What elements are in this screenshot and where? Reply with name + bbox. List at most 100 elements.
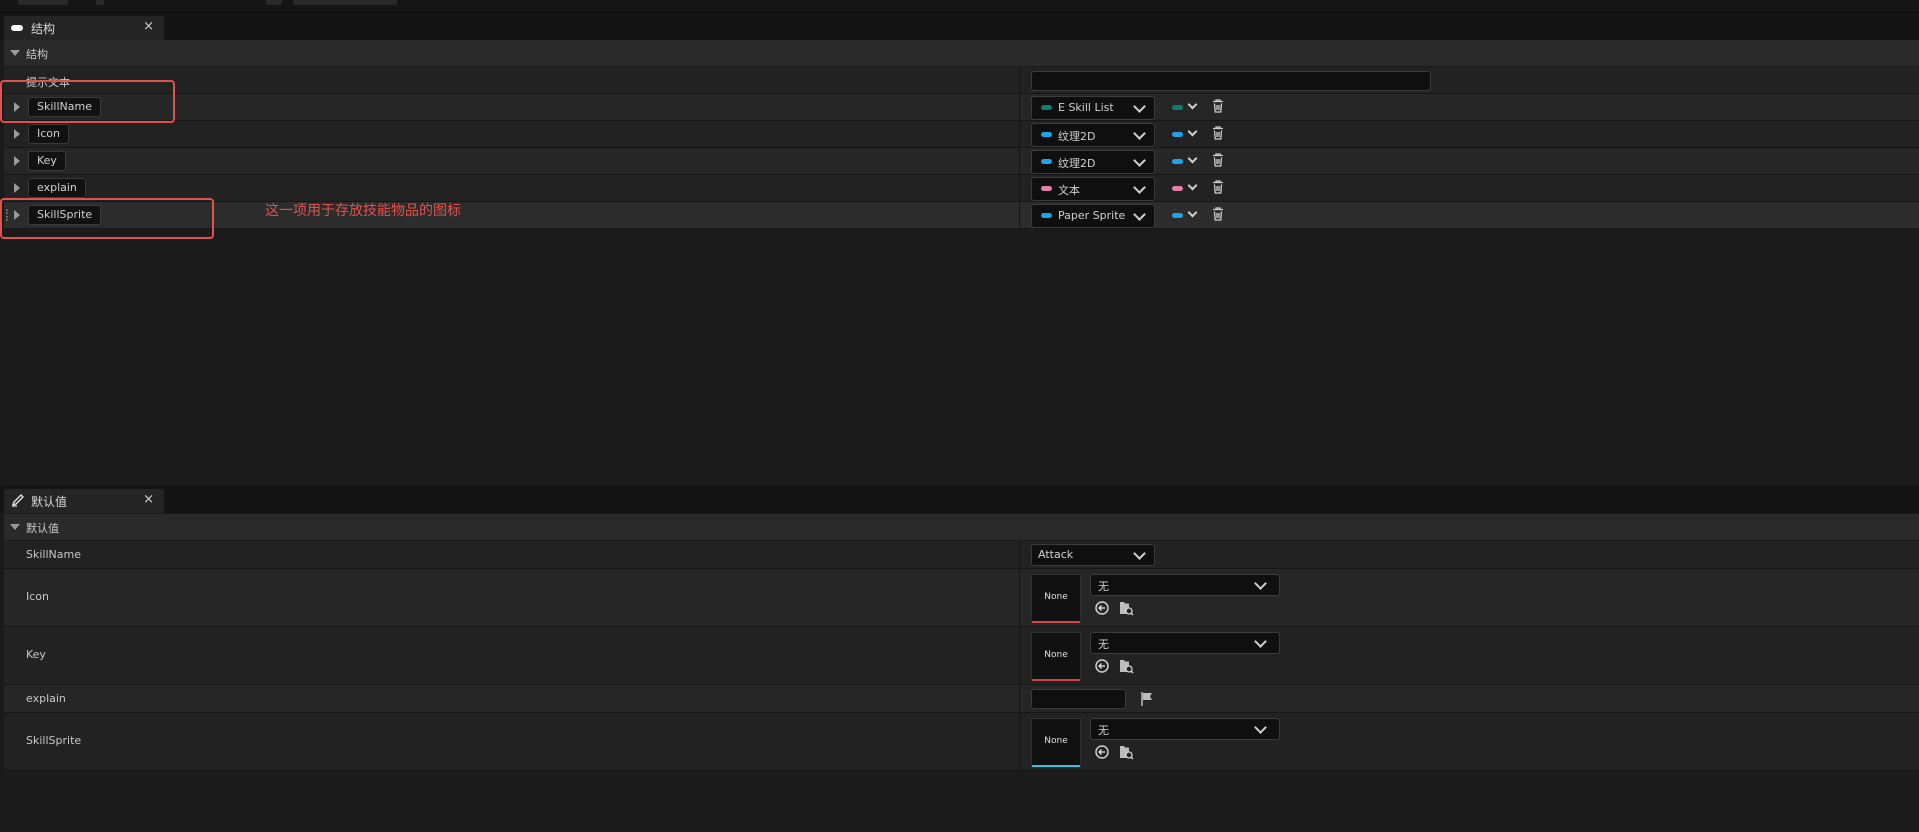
column-splitter[interactable]: [1019, 202, 1020, 228]
type-label: 纹理2D: [1058, 130, 1096, 143]
default-row-explain: explain: [4, 685, 1919, 713]
tab-title: 结构: [31, 22, 56, 36]
column-splitter[interactable]: [1019, 569, 1020, 626]
trash-icon[interactable]: [1212, 153, 1223, 167]
highlight-box: [0, 198, 214, 239]
chevron-down-icon[interactable]: [1187, 126, 1198, 137]
browse-folder-icon[interactable]: [1118, 600, 1134, 616]
expand-arrow-icon[interactable]: [14, 183, 20, 193]
chevron-down-icon[interactable]: [1187, 99, 1198, 110]
asset-picker-dropdown[interactable]: 无: [1090, 718, 1280, 740]
close-icon[interactable]: ×: [143, 19, 154, 34]
column-splitter[interactable]: [1019, 713, 1020, 770]
trash-icon[interactable]: [1212, 99, 1223, 113]
chevron-down-icon[interactable]: [1187, 207, 1198, 218]
chevron-down-icon: [1133, 547, 1146, 560]
toolbar-icon[interactable]: [266, 0, 282, 5]
skillname-dropdown[interactable]: Attack: [1031, 544, 1155, 566]
browse-folder-icon[interactable]: [1118, 744, 1134, 760]
column-splitter[interactable]: [1019, 175, 1020, 201]
container-type-icon[interactable]: [1172, 213, 1183, 218]
member-name-input[interactable]: explain: [28, 178, 86, 198]
collapse-arrow-icon[interactable]: [10, 524, 20, 530]
tab-defaults[interactable]: 默认值 ×: [4, 489, 164, 513]
struct-member-row[interactable]: SkillName E Skill List: [4, 94, 1919, 121]
column-splitter[interactable]: [1019, 541, 1020, 568]
member-type-dropdown[interactable]: Paper Sprite: [1031, 204, 1155, 228]
use-selected-icon[interactable]: [1094, 658, 1110, 674]
type-pill-icon: [1041, 186, 1052, 191]
toolbar-field[interactable]: [293, 0, 397, 5]
tab-title: 默认值: [31, 495, 68, 509]
use-selected-icon[interactable]: [1094, 600, 1110, 616]
asset-thumbnail[interactable]: None: [1031, 718, 1081, 767]
close-icon[interactable]: ×: [143, 492, 154, 507]
tooltip-input[interactable]: [1031, 71, 1431, 91]
column-splitter[interactable]: [1019, 685, 1020, 712]
category-header-defaults[interactable]: 默认值: [4, 514, 1919, 540]
collapse-arrow-icon[interactable]: [10, 50, 20, 56]
asset-value: 无: [1098, 580, 1109, 593]
toolbar-button[interactable]: [96, 0, 104, 5]
pencil-icon: [11, 493, 25, 510]
column-splitter[interactable]: [1019, 94, 1020, 120]
category-label: 默认值: [26, 522, 59, 535]
localization-flag-icon[interactable]: [1139, 691, 1155, 707]
explain-text-input[interactable]: [1031, 689, 1126, 709]
asset-thumbnail[interactable]: None: [1031, 632, 1081, 681]
default-row-skillname: SkillName Attack: [4, 541, 1919, 569]
thumbnail-label: None: [1044, 592, 1068, 602]
container-type-icon[interactable]: [1172, 186, 1183, 191]
asset-thumbnail[interactable]: None: [1031, 574, 1081, 623]
member-type-dropdown[interactable]: 纹理2D: [1031, 123, 1155, 147]
chevron-down-icon: [1133, 100, 1146, 113]
chevron-down-icon: [1133, 127, 1146, 140]
asset-value: 无: [1098, 724, 1109, 737]
chevron-down-icon: [1133, 154, 1146, 167]
asset-picker-dropdown[interactable]: 无: [1090, 574, 1280, 596]
trash-icon[interactable]: [1212, 126, 1223, 140]
chevron-down-icon[interactable]: [1187, 153, 1198, 164]
member-name-input[interactable]: Key: [28, 151, 66, 171]
dropdown-value: Attack: [1038, 548, 1074, 561]
highlight-box: [0, 80, 175, 123]
expand-arrow-icon[interactable]: [14, 156, 20, 166]
column-splitter[interactable]: [1019, 121, 1020, 147]
trash-icon[interactable]: [1212, 207, 1223, 221]
struct-panel: 结构 提示文本 SkillName E Skill List Icon 纹理2D: [4, 40, 1919, 482]
expand-arrow-icon[interactable]: [14, 129, 20, 139]
struct-member-row[interactable]: explain 文本: [4, 175, 1919, 202]
asset-picker-dropdown[interactable]: 无: [1090, 632, 1280, 654]
container-type-icon[interactable]: [1172, 105, 1183, 110]
member-type-dropdown[interactable]: 文本: [1031, 177, 1155, 201]
type-pill-icon: [1041, 159, 1052, 164]
asset-type-bar: [1032, 679, 1080, 681]
thumbnail-label: None: [1044, 736, 1068, 746]
browse-folder-icon[interactable]: [1118, 658, 1134, 674]
trash-icon[interactable]: [1212, 180, 1223, 194]
chevron-down-icon[interactable]: [1187, 180, 1198, 191]
toolbar-button[interactable]: [18, 0, 68, 5]
tab-struct[interactable]: 结构 ×: [4, 16, 164, 40]
member-type-dropdown[interactable]: 纹理2D: [1031, 150, 1155, 174]
struct-pill-icon: [11, 22, 23, 35]
member-type-dropdown[interactable]: E Skill List: [1031, 96, 1155, 120]
default-row-icon: Icon None 无: [4, 569, 1919, 627]
use-selected-icon[interactable]: [1094, 744, 1110, 760]
column-splitter[interactable]: [1019, 627, 1020, 684]
container-type-icon[interactable]: [1172, 159, 1183, 164]
asset-value: 无: [1098, 638, 1109, 651]
type-label: Paper Sprite: [1058, 209, 1126, 222]
struct-member-row[interactable]: Icon 纹理2D: [4, 121, 1919, 148]
category-header-struct[interactable]: 结构: [4, 40, 1919, 66]
row-label: explain: [26, 692, 66, 705]
member-name-input[interactable]: Icon: [28, 124, 69, 144]
container-type-icon[interactable]: [1172, 132, 1183, 137]
struct-member-row[interactable]: Key 纹理2D: [4, 148, 1919, 175]
type-pill-icon: [1041, 213, 1052, 218]
column-splitter[interactable]: [1019, 148, 1020, 174]
column-splitter[interactable]: [1019, 67, 1020, 93]
defaults-panel: 默认值 SkillName Attack Icon None 无 Key Non…: [4, 514, 1919, 832]
annotation-text: 这一项用于存放技能物品的图标: [265, 203, 461, 219]
row-label: SkillSprite: [26, 734, 82, 747]
